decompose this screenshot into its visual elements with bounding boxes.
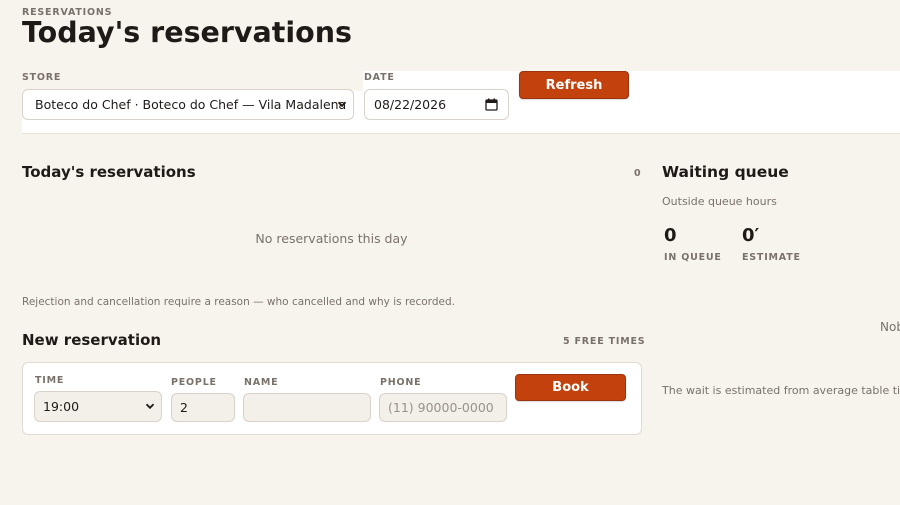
refresh-button[interactable]: Refresh [519, 71, 629, 99]
date-label: DATE [364, 72, 395, 83]
queue-status: Outside queue hours [662, 195, 777, 208]
page-title: Today's reservations [22, 16, 352, 49]
queue-empty-text: Nob [880, 320, 900, 334]
estimate-label: ESTIMATE [742, 252, 801, 263]
name-label: NAME [244, 377, 279, 388]
reservations-section-title: Today's reservations [22, 163, 196, 181]
date-input[interactable]: 08/22/2026 [364, 89, 509, 120]
time-label: TIME [35, 375, 65, 386]
people-input[interactable]: 2 [171, 393, 235, 422]
phone-input[interactable]: (11) 90000-0000 [379, 393, 507, 422]
chevron-down-icon [145, 403, 155, 409]
reservations-note: Rejection and cancellation require a rea… [22, 296, 455, 308]
store-select-value: Boteco do Chef · Boteco do Chef — Vila M… [35, 97, 347, 112]
calendar-icon[interactable] [485, 98, 498, 111]
phone-label: PHONE [380, 377, 422, 388]
reservations-count: 0 [634, 168, 642, 179]
in-queue-value: 0 [664, 225, 677, 246]
name-input[interactable] [243, 393, 371, 422]
store-label: STORE [22, 72, 62, 83]
chevron-down-icon [337, 101, 347, 107]
waiting-queue-title: Waiting queue [662, 163, 789, 181]
estimate-value: 0′ [742, 225, 760, 246]
time-select-value: 19:00 [43, 399, 80, 414]
people-label: PEOPLE [171, 377, 217, 388]
new-reservation-title: New reservation [22, 331, 162, 349]
book-button[interactable]: Book [515, 374, 626, 401]
reservations-empty-state: No reservations this day [255, 231, 408, 246]
store-select[interactable]: Boteco do Chef · Boteco do Chef — Vila M… [22, 89, 354, 120]
filter-bar-label-strip [22, 71, 363, 91]
free-times-badge: 5 FREE TIMES [563, 336, 646, 347]
date-input-value: 08/22/2026 [374, 97, 447, 112]
in-queue-label: IN QUEUE [664, 252, 722, 263]
time-select[interactable]: 19:00 [34, 391, 162, 422]
queue-footnote: The wait is estimated from average table… [662, 384, 900, 397]
